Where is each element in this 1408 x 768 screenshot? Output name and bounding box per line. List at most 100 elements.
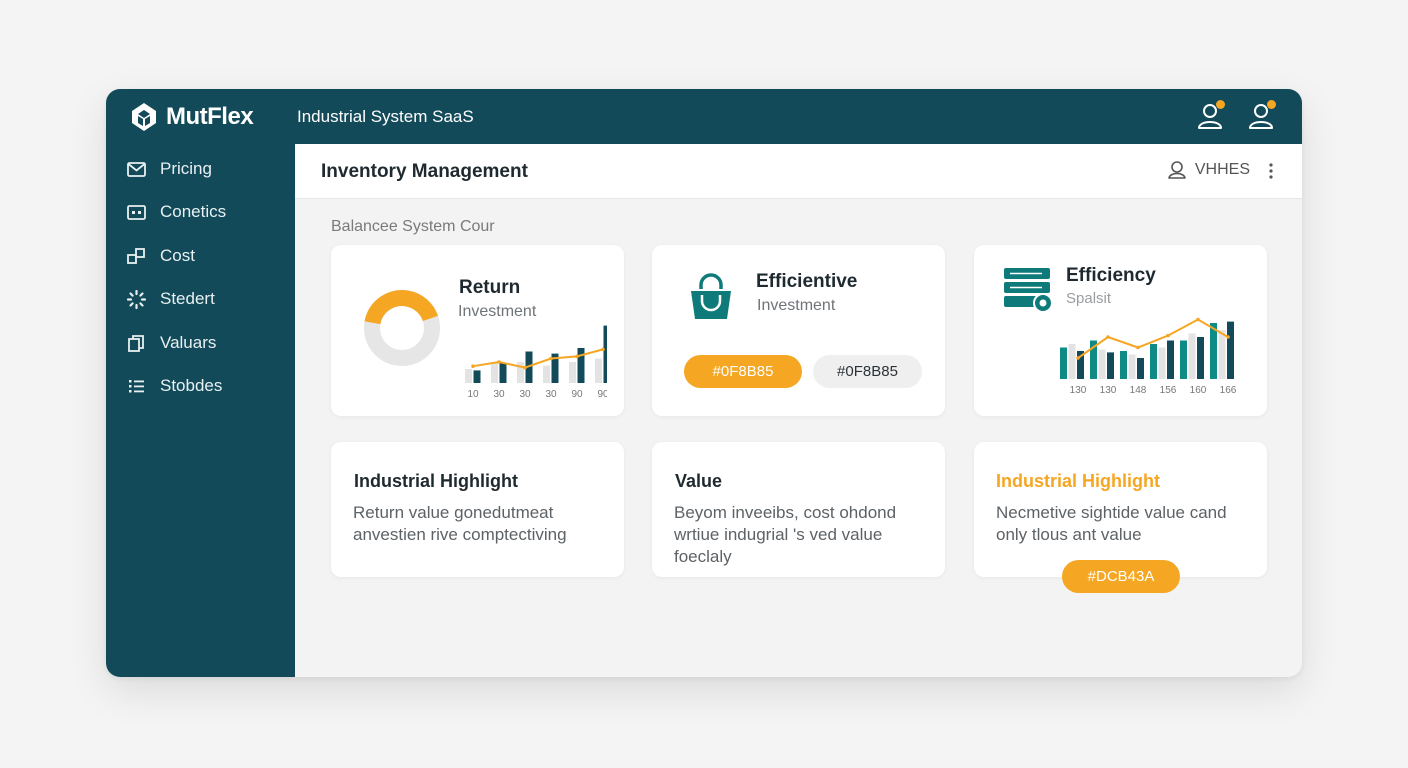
id-card-icon [127,204,146,220]
notification-dot [1267,100,1276,109]
chart-tick-label: 156 [1160,385,1177,396]
chart-bar [569,362,576,383]
bar-chart-return: 10 30 30 30 90 90 [465,325,607,400]
chart-bar [1128,354,1136,379]
chart-bar [1218,330,1226,379]
color-pill-primary[interactable]: #0F8B85 [684,355,802,388]
chart-tick-label: 30 [493,389,505,400]
chart-point [1136,345,1140,350]
sidebar-item-label: Valuars [160,333,217,352]
brand-name: MutFlex [166,103,254,130]
card-title: Industrial Highlight [996,471,1160,491]
chart-tick-label: 30 [519,389,531,400]
card-industrial-highlight-accent[interactable]: Industrial Highlight Necmetive sightide … [974,442,1267,593]
chart-point [497,360,501,364]
chart-bar [1068,344,1076,379]
chart-tick-label: 10 [467,389,479,400]
section-label: Balancee System Cour [331,218,495,235]
sidebar-item-label: Stobdes [160,376,223,395]
donut-chart [364,290,440,366]
sidebar-item-conetics[interactable]: Conetics [126,199,226,225]
card-industrial-highlight[interactable]: Industrial Highlight Return value gonedu… [331,442,624,577]
card-subtitle: Investment [757,297,836,314]
user-menu[interactable]: VHHES [1167,160,1250,180]
sidebar-item-label: Stedert [160,289,215,308]
chart-bar [1197,337,1204,379]
chart-bar [1098,349,1106,379]
chart-bar [1227,321,1234,379]
sidebar-item-label: Cost [160,246,195,265]
card-body: Necmetive sightide value cand only tlous… [996,503,1227,544]
chart-bar [1120,351,1127,379]
chart-tick-label: 160 [1190,385,1207,396]
card-title: Efficiency [1066,265,1156,286]
notification-dot [1216,100,1225,109]
app-title: Industrial System SaaS [297,107,474,126]
chart-bar [577,348,585,383]
chart-tick-label: 90 [571,389,583,400]
chart-bar [1167,340,1174,379]
card-efficientive[interactable]: Efficientive Investment #0F8B85 #0F8B85 [652,245,945,416]
chart-tick-label: 148 [1130,385,1147,396]
brand[interactable]: MutFlex [128,103,254,131]
sidebar-item-stedert[interactable]: Stedert [126,286,215,312]
chart-bar [603,325,607,383]
chart-bar [1060,347,1067,379]
user-icon[interactable] [1197,100,1225,130]
chart-point [1166,333,1170,338]
sidebar-item-stobdes[interactable]: Stobdes [126,373,222,399]
sidebar: Pricing Conetics Cost Stedert Valuars St… [106,144,295,677]
spinner-icon [126,289,147,309]
list-icon [129,379,144,392]
chart-point [549,356,553,361]
chart-point [575,354,579,359]
sidebar-item-valuars[interactable]: Valuars [126,330,216,356]
chart-bar [491,362,498,383]
chart-bar [465,369,472,383]
chart-bar [499,363,507,383]
bar-chart-efficiency: 130 130 148 156 160 166 [1060,317,1237,396]
boxes-icon [127,247,145,264]
chart-point [471,364,475,368]
chart-bar [1180,340,1187,379]
sidebar-item-cost[interactable]: Cost [126,243,195,269]
color-pill-secondary[interactable]: #0F8B85 [813,355,922,388]
chart-point [1226,335,1230,339]
card-efficiency[interactable]: Efficiency Spalsit 130 130 148 156 160 166 [974,245,1267,416]
card-body: Beyom inveeibs, cost ohdond wrtiue indug… [674,503,897,566]
chart-bar [543,365,550,383]
chart-tick-label: 130 [1100,385,1117,396]
content-header: Inventory Management VHHES [295,144,1302,199]
sidebar-item-pricing[interactable]: Pricing [126,156,212,182]
card-title: Efficientive [756,271,858,292]
chart-point [1196,317,1200,322]
chart-tick-label: 166 [1220,385,1237,396]
page-title: Inventory Management [321,161,528,182]
chart-tick-label: 30 [545,389,557,400]
card-value[interactable]: Value Beyom inveeibs, cost ohdond wrtiue… [652,442,945,577]
chart-bar [595,358,602,383]
chart-bar [1107,352,1114,379]
chart-point [1076,356,1080,360]
account-icon[interactable] [1248,100,1276,130]
chart-point [601,347,605,352]
chart-tick-label: 90 [597,389,607,400]
app-window: MutFlex Industrial System SaaS Pricing C… [106,89,1302,677]
color-pill-accent[interactable]: #DCB43A [1062,560,1180,593]
more-vertical-icon[interactable] [1268,162,1274,180]
card-title: Value [675,471,723,491]
chart-point [523,365,527,370]
card-return[interactable]: Return Investment 10 30 30 30 90 90 [331,245,624,416]
card-title: Return [459,277,521,298]
copy-icon [128,334,144,352]
chart-point [1106,335,1110,339]
chart-bar [1188,333,1196,379]
chart-tick-label: 130 [1070,385,1087,396]
user-label: VHHES [1194,161,1250,178]
envelope-icon [127,161,146,177]
chart-bar [1158,347,1166,379]
server-settings-icon [1004,268,1053,313]
chart-bar [1137,358,1144,379]
top-header: MutFlex Industrial System SaaS [106,89,1302,144]
chart-bar [473,370,481,383]
